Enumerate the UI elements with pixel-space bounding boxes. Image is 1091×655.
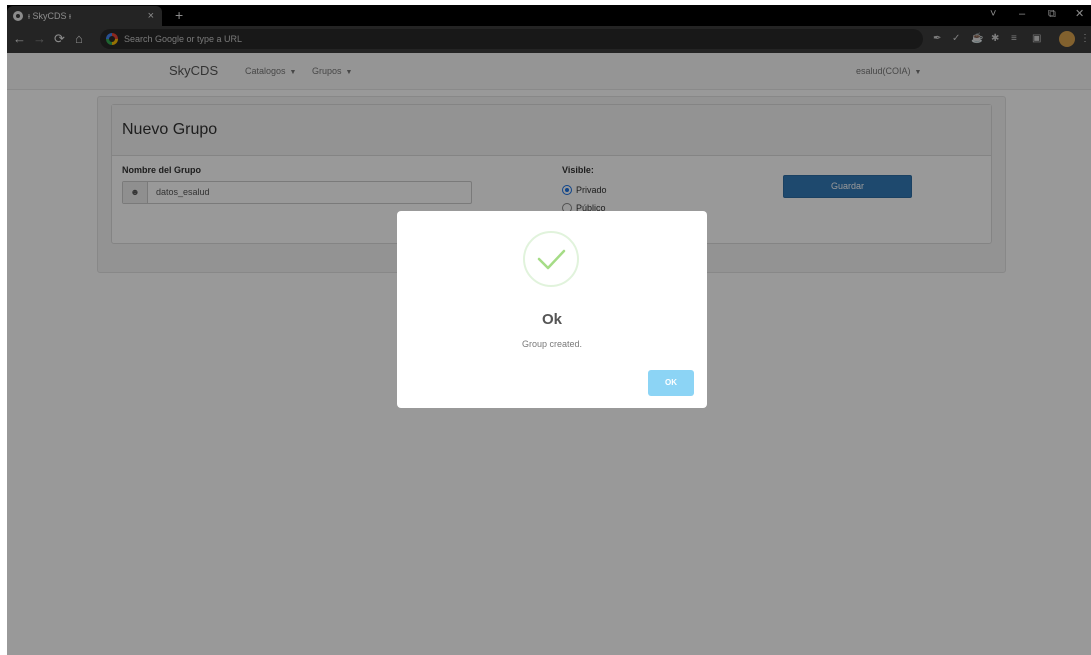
browser-window: ᵻ SkyCDS ᵻ × + ˅ – ⧉ ✕ ← → ⟳ ⌂ Search Go… — [7, 5, 1091, 655]
dialog-title: Ok — [541, 311, 562, 328]
dialog-ok-button[interactable]: OK — [648, 370, 694, 396]
success-check-icon — [523, 231, 579, 287]
success-dialog: Ok Group created. OK — [397, 211, 707, 408]
dialog-message: Group created. — [521, 339, 583, 349]
